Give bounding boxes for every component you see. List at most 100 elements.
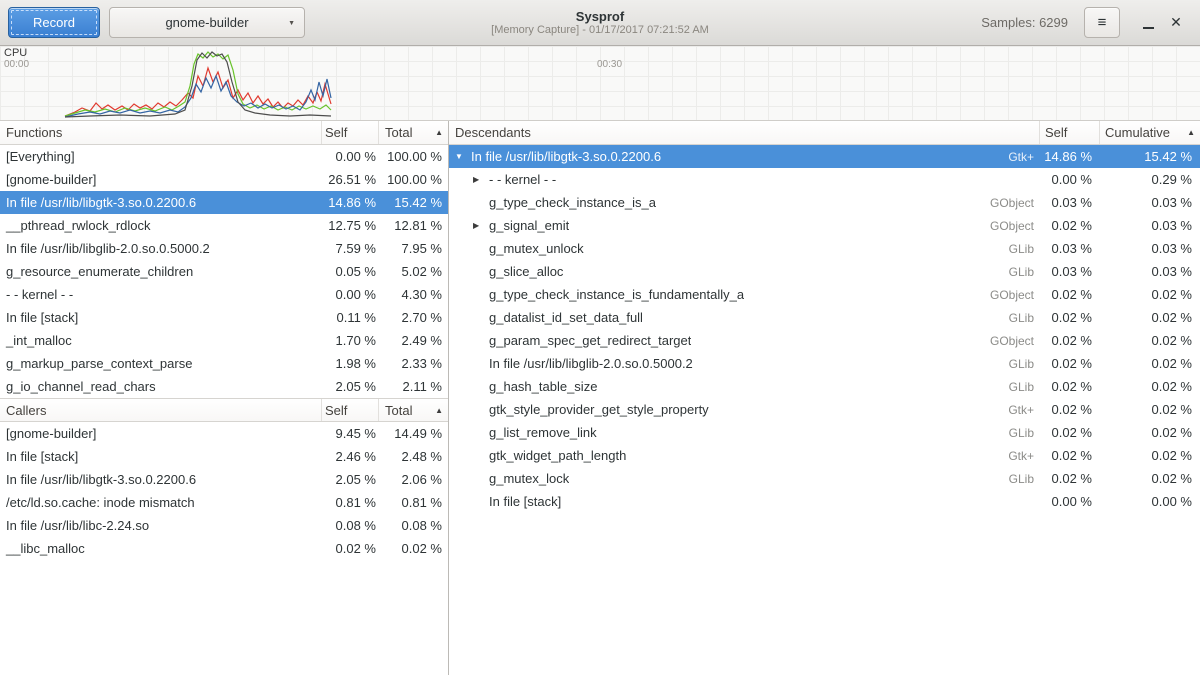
library-category-label: GLib (1009, 472, 1040, 486)
descendant-row[interactable]: ▶g_signal_emitGObject0.02 %0.03 % (449, 214, 1200, 237)
descendant-row[interactable]: g_hash_table_sizeGLib0.02 %0.02 % (449, 375, 1200, 398)
cpu-graph[interactable]: CPU 00:00 00:30 (0, 46, 1200, 121)
function-self-value: 0.00 % (322, 149, 379, 164)
function-self-value: 0.05 % (322, 264, 379, 279)
library-category-label: GLib (1009, 265, 1040, 279)
library-category-label: GObject (990, 219, 1040, 233)
menu-button[interactable]: ≡ (1084, 7, 1120, 38)
descendant-name: In file /usr/lib/libglib-2.0.so.0.5000.2 (489, 356, 693, 371)
function-row[interactable]: __pthread_rwlock_rdlock12.75 %12.81 % (0, 214, 448, 237)
caller-row[interactable]: __libc_malloc0.02 %0.02 % (0, 537, 448, 560)
descendant-cumulative-value: 0.02 % (1100, 471, 1200, 486)
minimize-button[interactable] (1134, 8, 1162, 38)
descendant-name: g_list_remove_link (489, 425, 597, 440)
caller-name: /etc/ld.so.cache: inode mismatch (0, 495, 322, 510)
callers-column-label: Callers (6, 403, 46, 418)
descendant-row[interactable]: g_param_spec_get_redirect_targetGObject0… (449, 329, 1200, 352)
caller-self-value: 9.45 % (322, 426, 379, 441)
descendant-cumulative-value: 0.03 % (1100, 264, 1200, 279)
caller-row[interactable]: In file [stack]2.46 %2.48 % (0, 445, 448, 468)
cpu-series-blue (65, 76, 331, 117)
functions-column-label: Functions (6, 125, 62, 140)
function-row[interactable]: g_resource_enumerate_children0.05 %5.02 … (0, 260, 448, 283)
descendant-row[interactable]: g_mutex_lockGLib0.02 %0.02 % (449, 467, 1200, 490)
descendant-row[interactable]: gtk_widget_path_lengthGtk+0.02 %0.02 % (449, 444, 1200, 467)
descendant-row[interactable]: ▶- - kernel - -0.00 %0.29 % (449, 168, 1200, 191)
function-row[interactable]: In file [stack]0.11 %2.70 % (0, 306, 448, 329)
samples-count: Samples: 6299 (981, 15, 1068, 30)
right-pane-filler (449, 513, 1200, 675)
library-category-label: GObject (990, 334, 1040, 348)
descendant-row[interactable]: gtk_style_provider_get_style_propertyGtk… (449, 398, 1200, 421)
function-row[interactable]: g_markup_parse_context_parse1.98 %2.33 % (0, 352, 448, 375)
function-row[interactable]: In file /usr/lib/libglib-2.0.so.0.5000.2… (0, 237, 448, 260)
descendant-name: g_param_spec_get_redirect_target (489, 333, 691, 348)
expander-collapsed-icon[interactable]: ▶ (473, 176, 489, 184)
callers-self-column-header[interactable]: Self (322, 399, 379, 421)
header-bar: Record gnome-builder ▼ Sysprof [Memory C… (0, 0, 1200, 46)
descendant-row[interactable]: g_type_check_instance_is_fundamentally_a… (449, 283, 1200, 306)
descendant-row[interactable]: ▼In file /usr/lib/libgtk-3.so.0.2200.6Gt… (449, 145, 1200, 168)
caller-row[interactable]: In file /usr/lib/libgtk-3.so.0.2200.62.0… (0, 468, 448, 491)
descendant-name-cell: g_mutex_unlockGLib (449, 241, 1040, 256)
descendant-row[interactable]: g_datalist_id_set_data_fullGLib0.02 %0.0… (449, 306, 1200, 329)
function-name: In file /usr/lib/libglib-2.0.so.0.5000.2 (0, 241, 322, 256)
descendant-name: In file [stack] (489, 494, 561, 509)
function-row[interactable]: g_io_channel_read_chars2.05 %2.11 % (0, 375, 448, 398)
descendant-row[interactable]: In file /usr/lib/libglib-2.0.so.0.5000.2… (449, 352, 1200, 375)
function-total-value: 5.02 % (379, 264, 448, 279)
function-row[interactable]: - - kernel - -0.00 %4.30 % (0, 283, 448, 306)
descendants-self-column-header[interactable]: Self (1040, 121, 1100, 144)
caller-total-value: 14.49 % (379, 426, 448, 441)
callers-column-header[interactable]: Callers (0, 399, 322, 421)
left-pane: Functions Self Total ▲ [Everything]0.00 … (0, 121, 449, 675)
function-row[interactable]: In file /usr/lib/libgtk-3.so.0.2200.614.… (0, 191, 448, 214)
descendants-table-header: Descendants Self Cumulative ▲ (449, 121, 1200, 145)
descendant-name-cell: g_mutex_lockGLib (449, 471, 1040, 486)
cpu-label: CPU (4, 47, 27, 59)
caller-name: In file /usr/lib/libgtk-3.so.0.2200.6 (0, 472, 322, 487)
callers-total-column-header[interactable]: Total ▲ (379, 399, 448, 421)
window-title: Sysprof (491, 9, 709, 24)
descendants-column-label: Descendants (455, 125, 531, 140)
function-total-value: 2.49 % (379, 333, 448, 348)
descendant-row[interactable]: g_list_remove_linkGLib0.02 %0.02 % (449, 421, 1200, 444)
functions-self-column-header[interactable]: Self (322, 121, 379, 144)
function-row[interactable]: [Everything]0.00 %100.00 % (0, 145, 448, 168)
caller-row[interactable]: /etc/ld.so.cache: inode mismatch0.81 %0.… (0, 491, 448, 514)
process-selector[interactable]: gnome-builder ▼ (109, 7, 305, 38)
functions-total-column-header[interactable]: Total ▲ (379, 121, 448, 144)
descendant-row[interactable]: g_slice_allocGLib0.03 %0.03 % (449, 260, 1200, 283)
expander-expanded-icon[interactable]: ▼ (455, 153, 471, 161)
function-row[interactable]: _int_malloc1.70 %2.49 % (0, 329, 448, 352)
descendants-column-header[interactable]: Descendants (449, 121, 1040, 144)
expander-collapsed-icon[interactable]: ▶ (473, 222, 489, 230)
function-total-value: 15.42 % (379, 195, 448, 210)
function-row[interactable]: [gnome-builder]26.51 %100.00 % (0, 168, 448, 191)
descendant-self-value: 0.00 % (1040, 494, 1100, 509)
descendant-cumulative-value: 0.29 % (1100, 172, 1200, 187)
caller-row[interactable]: [gnome-builder]9.45 %14.49 % (0, 422, 448, 445)
descendant-self-value: 0.02 % (1040, 425, 1100, 440)
descendant-row[interactable]: g_type_check_instance_is_aGObject0.03 %0… (449, 191, 1200, 214)
close-button[interactable]: ✕ (1162, 8, 1190, 38)
caller-row[interactable]: In file /usr/lib/libc-2.24.so0.08 %0.08 … (0, 514, 448, 537)
functions-column-header[interactable]: Functions (0, 121, 322, 144)
record-button[interactable]: Record (8, 7, 100, 38)
library-category-label: Gtk+ (1008, 449, 1040, 463)
descendants-cumulative-column-header[interactable]: Cumulative ▲ (1100, 121, 1200, 144)
descendant-row[interactable]: g_mutex_unlockGLib0.03 %0.03 % (449, 237, 1200, 260)
descendant-name: g_type_check_instance_is_fundamentally_a (489, 287, 744, 302)
function-total-value: 12.81 % (379, 218, 448, 233)
caller-name: In file [stack] (0, 449, 322, 464)
function-self-value: 0.00 % (322, 287, 379, 302)
hamburger-icon: ≡ (1098, 14, 1107, 31)
descendant-name-cell: g_list_remove_linkGLib (449, 425, 1040, 440)
function-name: g_io_channel_read_chars (0, 379, 322, 394)
caller-name: In file /usr/lib/libc-2.24.so (0, 518, 322, 533)
descendant-row[interactable]: In file [stack]0.00 %0.00 % (449, 490, 1200, 513)
library-category-label: GLib (1009, 380, 1040, 394)
descendant-cumulative-value: 0.02 % (1100, 402, 1200, 417)
descendant-self-value: 0.02 % (1040, 448, 1100, 463)
function-name: In file [stack] (0, 310, 322, 325)
